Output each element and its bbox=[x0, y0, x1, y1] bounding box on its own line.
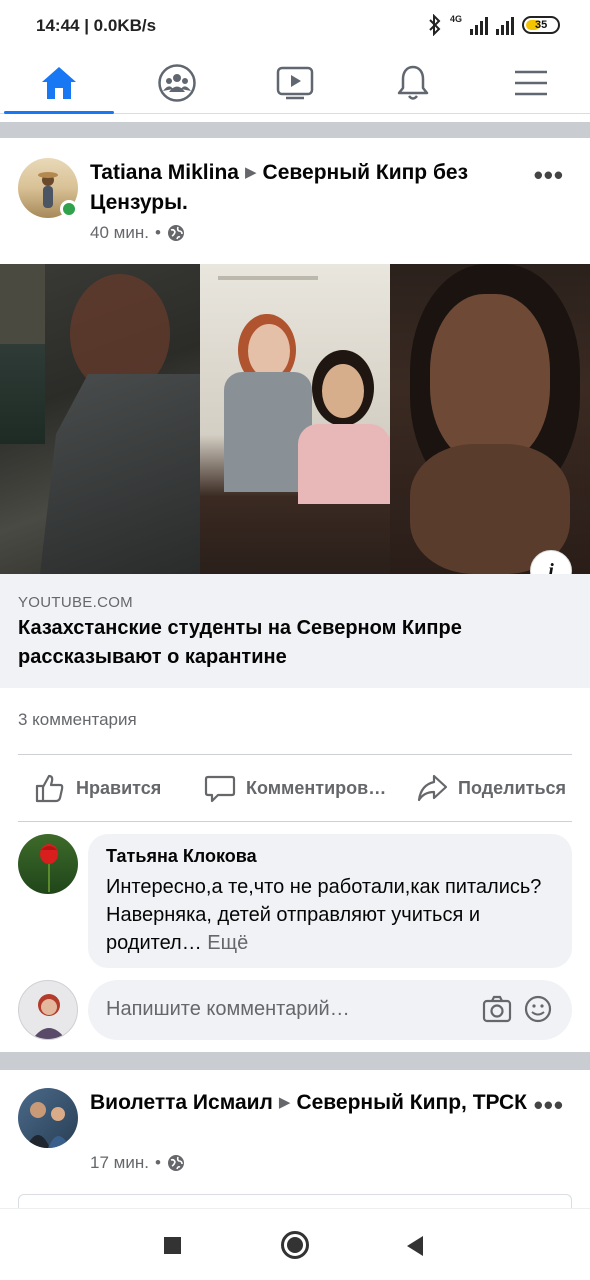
like-label: Нравится bbox=[76, 777, 162, 798]
status-bar: 14:44 | 0.0KB/s 4G 35 bbox=[0, 0, 590, 52]
signal-icon-2 bbox=[496, 15, 514, 35]
menu-icon bbox=[515, 70, 547, 96]
system-navigation-bar bbox=[0, 1208, 590, 1280]
recent-apps-button[interactable] bbox=[164, 1237, 181, 1254]
post-options-button[interactable]: ••• bbox=[534, 162, 564, 188]
link-title[interactable]: Казахстанские студенты на Северном Кипре… bbox=[18, 614, 578, 672]
see-more-link[interactable]: Ещё bbox=[207, 932, 248, 954]
status-time: 14:44 | 0.0KB/s bbox=[36, 16, 157, 35]
share-button[interactable]: Поделиться bbox=[416, 768, 566, 808]
battery-icon: 35 bbox=[522, 16, 560, 34]
watch-icon bbox=[276, 66, 314, 100]
comments-count[interactable]: 3 комментария bbox=[18, 710, 137, 730]
home-icon bbox=[42, 67, 76, 99]
active-tab-indicator bbox=[4, 111, 114, 114]
globe-icon bbox=[167, 1155, 184, 1171]
divider bbox=[18, 754, 572, 755]
emoji-icon[interactable] bbox=[524, 995, 552, 1023]
online-status-dot bbox=[60, 200, 78, 218]
bluetooth-icon bbox=[429, 14, 441, 36]
post-meta: 40 мин. • bbox=[90, 223, 185, 243]
home-button[interactable] bbox=[281, 1231, 309, 1259]
share-icon bbox=[417, 774, 448, 802]
meta-dot: • bbox=[154, 1153, 161, 1172]
post-header: Tatiana Miklina ▶ Северный Кипр без Цензур… bbox=[90, 158, 530, 218]
meta-dot: • bbox=[154, 223, 161, 242]
post-author-avatar[interactable] bbox=[18, 1088, 78, 1148]
comment-button[interactable]: Комментиров… bbox=[204, 768, 386, 808]
post-author-name[interactable]: Виолетта Исмаил bbox=[90, 1091, 273, 1114]
like-button[interactable]: Нравится bbox=[34, 768, 161, 808]
post-time[interactable]: 40 мин. bbox=[90, 223, 149, 243]
network-type: 4G bbox=[449, 14, 462, 24]
tab-groups[interactable] bbox=[118, 52, 236, 114]
tab-notifications[interactable] bbox=[354, 52, 472, 114]
post-group-name[interactable]: Северный Кипр, ТРСК bbox=[296, 1091, 527, 1114]
post-header: Виолетта Исмаил ▶ Северный Кипр, ТРСК bbox=[90, 1088, 530, 1118]
arrow-right-icon: ▶ bbox=[278, 1094, 291, 1111]
divider bbox=[18, 821, 572, 822]
notifications-icon bbox=[397, 65, 429, 100]
tab-home[interactable] bbox=[0, 52, 118, 114]
post-meta: 17 мин. • bbox=[90, 1153, 185, 1173]
video-thumbnail[interactable] bbox=[0, 264, 590, 574]
share-label: Поделиться bbox=[458, 777, 567, 798]
thumbs-up-icon bbox=[35, 774, 64, 803]
globe-icon bbox=[167, 225, 184, 241]
tab-menu[interactable] bbox=[472, 52, 590, 114]
comment-icon bbox=[204, 775, 236, 803]
current-user-avatar bbox=[18, 980, 78, 1040]
top-navigation bbox=[0, 52, 590, 114]
camera-icon[interactable] bbox=[482, 995, 512, 1023]
feed-separator bbox=[0, 122, 590, 138]
comment-input-placeholder: Напишите комментарий… bbox=[106, 998, 350, 1020]
comment-body: Интересно,а те,что не работали,как питал… bbox=[106, 876, 542, 954]
groups-icon bbox=[158, 64, 196, 102]
back-button[interactable] bbox=[405, 1235, 425, 1257]
comment-label: Комментиров… bbox=[246, 777, 387, 798]
link-domain: YOUTUBE.COM bbox=[18, 594, 133, 611]
post-time[interactable]: 17 мин. bbox=[90, 1153, 149, 1173]
comment-author[interactable]: Татьяна Клокова bbox=[106, 846, 257, 867]
battery-level: 35 bbox=[535, 19, 548, 31]
facebook-feed-screen: 14:44 | 0.0KB/s 4G 35 Tatiana Miklina ▶ … bbox=[0, 0, 590, 1280]
post-options-button[interactable]: ••• bbox=[534, 1092, 564, 1118]
arrow-right-icon: ▶ bbox=[244, 164, 257, 181]
tab-watch[interactable] bbox=[236, 52, 354, 114]
signal-icon bbox=[470, 15, 488, 35]
post-author-name[interactable]: Tatiana Miklina bbox=[90, 161, 239, 184]
commenter-avatar[interactable] bbox=[18, 834, 78, 894]
feed-separator bbox=[0, 1052, 590, 1070]
comment-text: Интересно,а те,что не работали,как питал… bbox=[106, 873, 546, 957]
